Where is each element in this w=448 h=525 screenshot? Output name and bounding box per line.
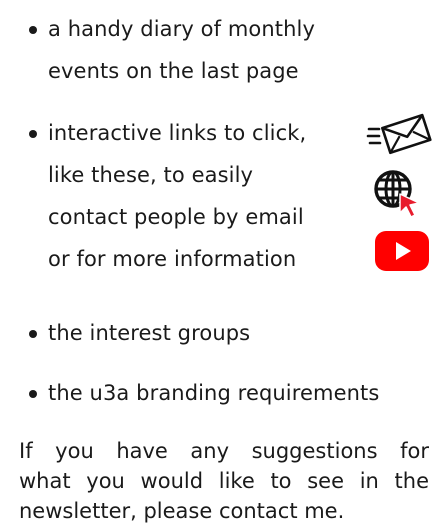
youtube-play-icon[interactable] — [374, 229, 430, 273]
bullet-dot — [29, 130, 37, 138]
email-envelope-icon[interactable] — [366, 109, 432, 155]
list-item-text: like these, to easily — [48, 163, 254, 187]
list-item-text: events on the last page — [48, 59, 299, 83]
bullet-dot — [29, 330, 37, 338]
paragraph-line: what you would like to see in the — [19, 469, 429, 493]
list-item-text: a handy diary of monthly — [48, 17, 315, 41]
paragraph-line: If you have any suggestions for — [19, 439, 429, 463]
list-item-text: the interest groups — [48, 321, 251, 345]
list-item-text: the u3a branding requirements — [48, 381, 380, 405]
list-item-text: or for more information — [48, 247, 297, 271]
bullet-dot — [29, 390, 37, 398]
list-item-text: interactive links to click, — [48, 121, 307, 145]
newsletter-excerpt: a handy diary of monthly events on the l… — [0, 0, 448, 523]
paragraph-line: newsletter, please contact me. — [19, 499, 345, 523]
globe-with-cursor-icon[interactable] — [372, 168, 422, 218]
list-item-text: contact people by email — [48, 205, 304, 229]
bullet-dot — [29, 26, 37, 34]
